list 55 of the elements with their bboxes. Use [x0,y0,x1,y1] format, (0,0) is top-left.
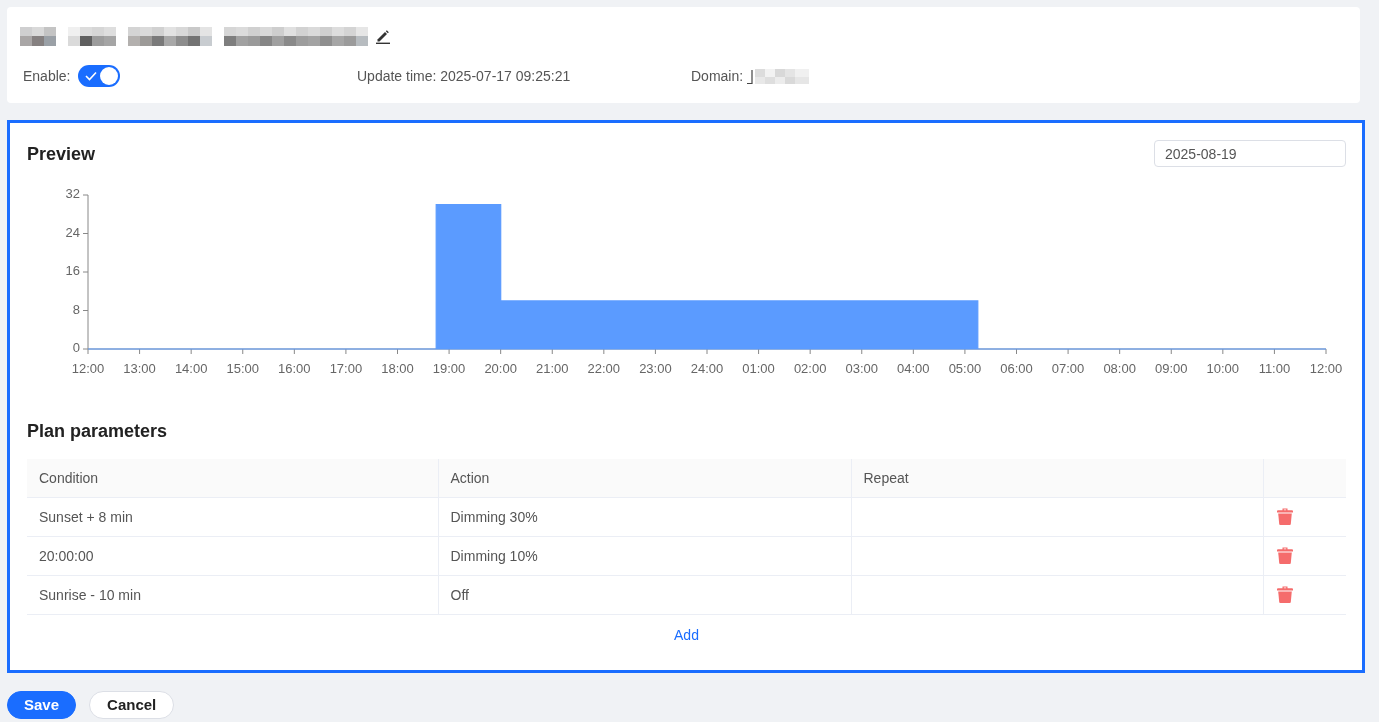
axis-tick-label: 10:00 [1206,361,1240,377]
trash-icon[interactable] [1276,586,1293,603]
axis-tick-label: 21:00 [536,361,569,377]
axis-tick-label: 09:00 [1155,361,1188,377]
pencil-icon[interactable] [376,28,390,44]
date-field[interactable]: 2025-08-19 [1154,140,1346,167]
axis-tick-label: 17:00 [329,361,363,377]
action-text: Dimming 30% [450,508,538,525]
update-time-text: Update time: 2025-07-17 09:25:21 [357,68,571,84]
enable-label: Enable: [23,68,71,84]
axis-tick-label: 22:00 [587,361,621,377]
action-text: Dimming 10% [450,547,538,564]
preview-heading: Preview [27,142,96,166]
axis-tick-label: 01:00 [742,361,775,377]
axis-tick-label: 15:00 [226,361,259,377]
axis-tick-label: 8 [72,301,80,317]
axis-tick-label: 19:00 [432,361,466,377]
axis-tick-label: 32 [65,186,80,202]
column-header: Action [450,469,490,486]
axis-tick-label: 23:00 [639,361,672,377]
save-button[interactable]: Save [7,690,77,719]
axis-tick-label: 03:00 [845,361,878,377]
axis-tick-label: 04:00 [897,361,930,377]
action-text: Off [450,586,469,603]
trash-icon[interactable] [1276,547,1293,564]
trash-icon[interactable] [1276,508,1293,525]
domain-label: Domain: [691,68,744,84]
axis-tick-label: 07:00 [1051,361,1085,377]
condition-text: Sunrise - 10 min [39,586,141,603]
axis-tick-label: 0 [72,340,80,356]
axis-tick-label: 18:00 [381,361,414,377]
enable-switch[interactable] [78,65,121,87]
axis-tick-label: 20:00 [484,361,517,377]
axis-tick-label: 24:00 [690,361,724,377]
axis-tick-label: 24 [65,224,80,240]
column-header: Condition [39,469,99,486]
column-header: Repeat [863,469,909,486]
axis-tick-label: 06:00 [1000,361,1033,377]
axis-tick-label: 02:00 [793,361,827,377]
axis-tick-label: 16 [65,263,80,279]
axis-tick-label: 08:00 [1103,361,1136,377]
condition-text: 20:00:00 [39,547,94,564]
axis-tick-label: 05:00 [948,361,982,377]
check-icon [85,71,98,81]
axis-tick-label: 12:00 [1309,361,1343,377]
axis-tick-label: 16:00 [278,361,311,377]
axis-tick-label: 14:00 [174,361,208,377]
pixelated-domain [747,68,810,84]
axis-tick-label: 11:00 [1258,361,1291,377]
cancel-button[interactable]: Cancel [89,690,175,719]
axis-tick-label: 12:00 [71,361,105,377]
plan-heading: Plan parameters [27,420,169,443]
add-link[interactable]: Add [674,627,699,643]
condition-text: Sunset + 8 min [39,508,133,525]
axis-tick-label: 13:00 [123,361,156,377]
